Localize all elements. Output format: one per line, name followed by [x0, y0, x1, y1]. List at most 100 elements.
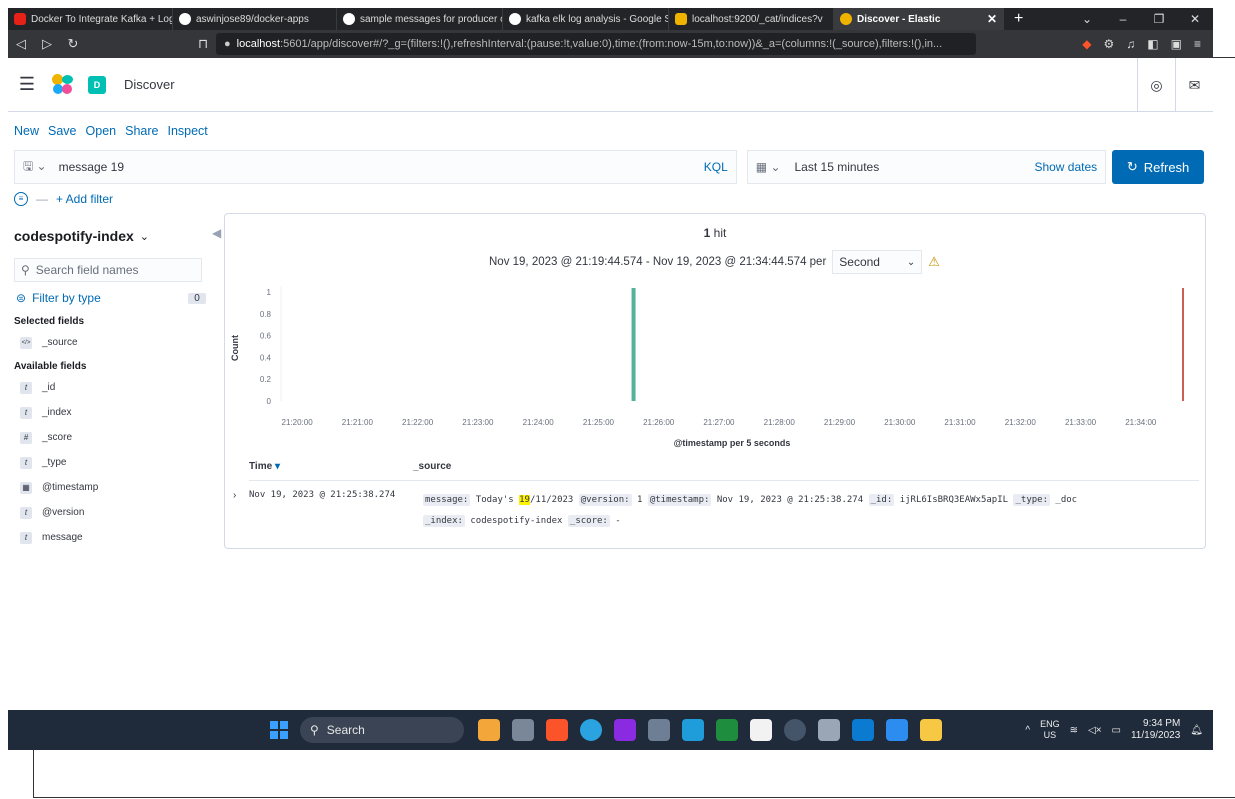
- x-tick-label: 21:28:00: [764, 418, 796, 427]
- back-icon[interactable]: ◁: [8, 36, 34, 52]
- restore-icon[interactable]: ❐: [1141, 12, 1177, 26]
- field-item-score[interactable]: # _score: [14, 425, 218, 450]
- date-picker[interactable]: ▦ ⌄ Last 15 minutes Show dates: [746, 150, 1107, 184]
- query-bar: 🖫 ⌄ message 19 KQL ▦ ⌄ Last 15 minutes S…: [14, 150, 1204, 184]
- close-window-icon[interactable]: ✕: [1177, 12, 1213, 26]
- field-item-version[interactable]: t @version: [14, 500, 218, 525]
- interval-select[interactable]: Second ⌄: [832, 250, 923, 274]
- taskbar-search[interactable]: ⚲ Search: [300, 717, 464, 743]
- field-search-input[interactable]: ⚲ Search field names: [14, 258, 202, 282]
- telegram-icon[interactable]: [580, 719, 602, 741]
- close-tab-icon[interactable]: ✕: [979, 12, 997, 26]
- brave-icon[interactable]: [546, 719, 568, 741]
- time-column-header[interactable]: Time ▾: [249, 461, 413, 480]
- filter-icon: ⊜: [16, 291, 27, 305]
- field-item-index[interactable]: t _index: [14, 400, 218, 425]
- windows-start-icon[interactable]: [270, 721, 288, 739]
- inspect-link[interactable]: Inspect: [167, 124, 207, 138]
- filter-by-type-button[interactable]: ⊜ Filter by type 0: [14, 286, 218, 310]
- search-highlight: 19: [519, 495, 530, 505]
- notifications-icon[interactable]: 🔔︎: [1190, 725, 1203, 736]
- field-item-source[interactable]: </> _source: [14, 330, 218, 355]
- youtube-icon: [14, 13, 26, 25]
- browser-toolbar-icons: ◆ ⚙ ♫ ◧ ▣ ≡: [1082, 37, 1213, 51]
- new-tab-button[interactable]: +: [1004, 10, 1033, 28]
- new-link[interactable]: New: [14, 124, 39, 138]
- forward-icon[interactable]: ▷: [34, 36, 60, 52]
- results-panel: 1 hit Nov 19, 2023 @ 21:19:44.574 - Nov …: [224, 213, 1206, 549]
- refresh-button[interactable]: ↻ Refresh: [1112, 150, 1204, 184]
- tab-discover-elastic[interactable]: Discover - Elastic ✕: [834, 8, 1004, 30]
- wifi-icon[interactable]: ≋: [1070, 725, 1078, 736]
- string-type-icon: t: [20, 456, 32, 469]
- obs-icon[interactable]: [614, 719, 636, 741]
- mail-icon[interactable]: [682, 719, 704, 741]
- space-avatar[interactable]: D: [88, 75, 106, 94]
- clock[interactable]: 9:34 PM 11/19/2023: [1131, 718, 1180, 742]
- tab-docker-kafka[interactable]: Docker To Integrate Kafka + Logs: [8, 8, 173, 30]
- settings-icon[interactable]: [818, 719, 840, 741]
- tab-google-kafka[interactable]: kafka elk log analysis - Google S: [503, 8, 669, 30]
- help-icon[interactable]: ◎: [1137, 57, 1175, 112]
- divider-line: [33, 750, 34, 798]
- language-indicator[interactable]: ENG US: [1040, 719, 1060, 741]
- doc-time: Nov 19, 2023 @ 21:25:38.274: [249, 490, 396, 500]
- show-dates-button[interactable]: Show dates: [1034, 160, 1097, 174]
- chevron-up-icon[interactable]: ^: [1025, 725, 1030, 736]
- sort-down-icon[interactable]: ▾: [275, 461, 280, 472]
- minimize-icon[interactable]: –: [1105, 12, 1141, 26]
- hits-count: 1 hit: [703, 226, 727, 240]
- bookmark-icon[interactable]: ⊓: [198, 36, 208, 52]
- index-pattern-selector[interactable]: codespotify-index ⌄: [14, 222, 218, 250]
- task-view-icon[interactable]: [512, 719, 534, 741]
- open-link[interactable]: Open: [86, 124, 117, 138]
- virtualbox-icon[interactable]: [648, 719, 670, 741]
- vscode-icon[interactable]: [852, 719, 874, 741]
- field-item-timestamp[interactable]: ▦ @timestamp: [14, 475, 218, 500]
- brave-shield-icon[interactable]: ◆: [1082, 37, 1091, 51]
- x-axis: 21:20:00 21:21:00 21:22:00 21:23:00 21:24:00…: [282, 418, 1157, 427]
- tab-elasticsearch-indices[interactable]: localhost:9200/_cat/indices?v: [669, 8, 834, 30]
- add-filter-button[interactable]: + Add filter: [56, 192, 113, 206]
- tab-github[interactable]: aswinjose89/docker-apps: [173, 8, 337, 30]
- media-icon[interactable]: ♫: [1126, 37, 1135, 51]
- field-item-message[interactable]: t message: [14, 525, 218, 550]
- tab-search-icon[interactable]: ⌄: [1069, 12, 1105, 26]
- y-axis-label: Count: [230, 335, 240, 361]
- expand-row-icon[interactable]: ›: [233, 490, 236, 501]
- battery-icon[interactable]: ▭: [1112, 725, 1121, 736]
- top-nav-menu: New Save Open Share Inspect: [14, 124, 208, 138]
- kql-toggle-button[interactable]: KQL: [704, 160, 728, 174]
- warning-icon[interactable]: ⚠: [928, 254, 940, 270]
- hamburger-menu-icon[interactable]: ☰: [8, 74, 46, 95]
- field-item-type[interactable]: t _type: [14, 450, 218, 475]
- tab-google-sample[interactable]: sample messages for producer c: [337, 8, 503, 30]
- file-explorer-icon[interactable]: [920, 719, 942, 741]
- collapse-sidebar-icon[interactable]: ◀: [212, 226, 221, 240]
- newsfeed-icon[interactable]: ✉: [1175, 57, 1213, 112]
- widgets-icon[interactable]: [478, 719, 500, 741]
- share-link[interactable]: Share: [125, 124, 158, 138]
- calculator-icon[interactable]: [750, 719, 772, 741]
- filter-options-icon[interactable]: ≡: [14, 192, 28, 206]
- field-item-id[interactable]: t _id: [14, 375, 218, 400]
- menu-icon[interactable]: ≡: [1194, 37, 1201, 51]
- elastic-logo-icon[interactable]: [50, 72, 76, 98]
- saved-query-icon[interactable]: 🖫 ⌄: [23, 157, 47, 178]
- reload-icon[interactable]: ↻: [60, 36, 86, 52]
- doc-table-header: Time ▾ _source: [249, 461, 1199, 481]
- remote-desktop-icon[interactable]: [886, 719, 908, 741]
- string-type-icon: t: [20, 506, 32, 519]
- save-link[interactable]: Save: [48, 124, 77, 138]
- extensions-icon[interactable]: ⚙: [1104, 37, 1115, 51]
- bars: [631, 288, 1184, 401]
- url-input[interactable]: ● localhost :5601/app/discover#/?_g=(fil…: [216, 33, 976, 55]
- volume-icon[interactable]: ◁×: [1088, 725, 1102, 736]
- nvidia-icon[interactable]: [716, 719, 738, 741]
- calendar-icon[interactable]: ▦ ⌄: [756, 160, 781, 174]
- wallet-icon[interactable]: ▣: [1171, 37, 1182, 51]
- search-input[interactable]: 🖫 ⌄ message 19 KQL: [14, 150, 737, 184]
- speedometer-icon[interactable]: [784, 719, 806, 741]
- sidebar-icon[interactable]: ◧: [1147, 37, 1158, 51]
- site-info-icon[interactable]: ●: [224, 38, 231, 50]
